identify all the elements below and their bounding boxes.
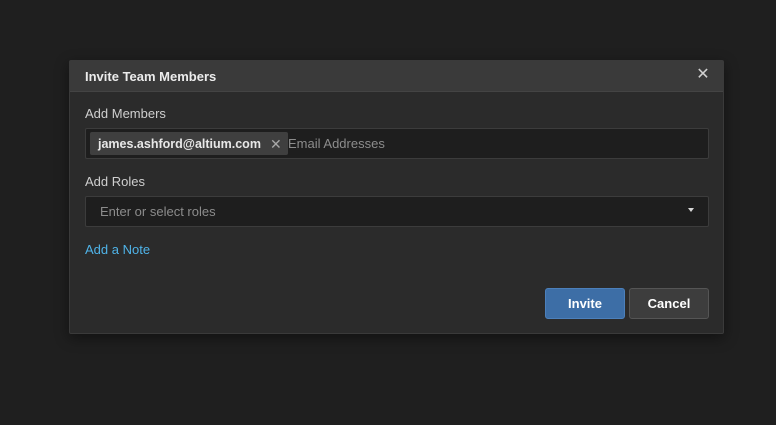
caret-down-icon: [688, 208, 694, 212]
add-members-label: Add Members: [85, 106, 166, 121]
invite-button[interactable]: Invite: [545, 288, 625, 319]
dialog-header: Invite Team Members ✕: [70, 61, 723, 92]
member-chip-email: james.ashford@altium.com: [98, 136, 261, 151]
add-note-link[interactable]: Add a Note: [85, 242, 150, 257]
member-chip: james.ashford@altium.com ✕: [90, 132, 288, 155]
members-input-box[interactable]: james.ashford@altium.com ✕: [85, 128, 709, 159]
dialog-title: Invite Team Members: [85, 69, 217, 84]
email-addresses-input[interactable]: [288, 133, 698, 154]
invite-team-members-dialog: Invite Team Members ✕ Add Members james.…: [69, 60, 724, 334]
cancel-button[interactable]: Cancel: [629, 288, 709, 319]
remove-chip-icon[interactable]: ✕: [270, 137, 282, 151]
roles-select[interactable]: Enter or select roles: [85, 196, 709, 227]
close-icon[interactable]: ✕: [695, 67, 711, 83]
roles-placeholder: Enter or select roles: [100, 204, 216, 219]
add-roles-label: Add Roles: [85, 174, 145, 189]
